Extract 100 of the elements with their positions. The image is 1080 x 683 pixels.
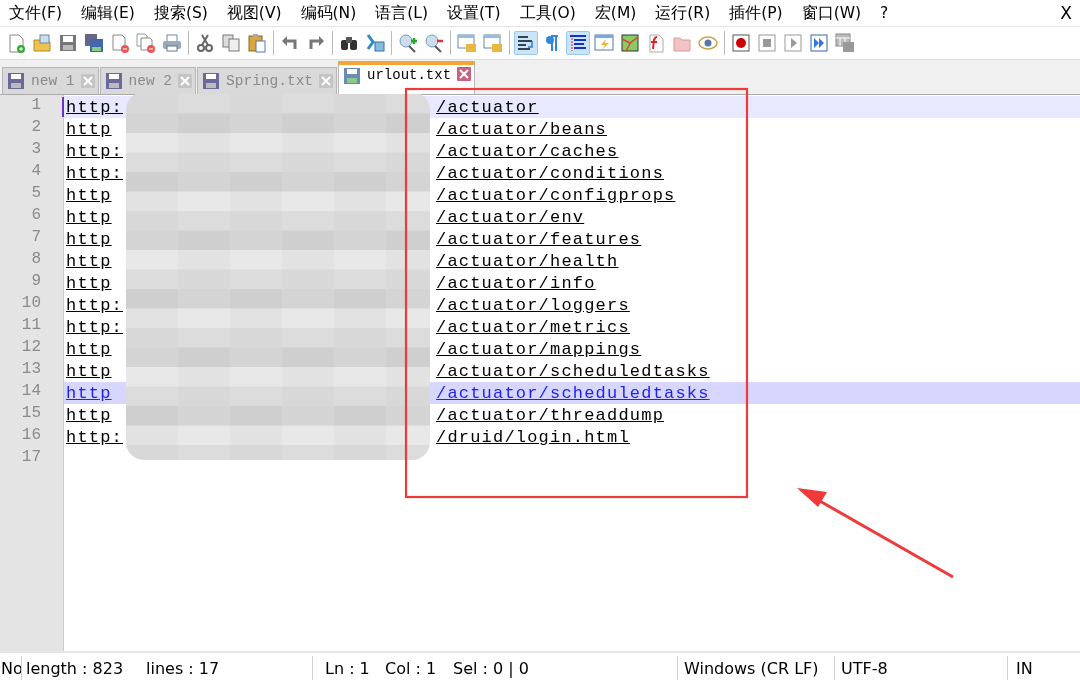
toolbar-button[interactable] [514, 31, 538, 55]
menu-item[interactable]: 设置(T) [440, 2, 508, 24]
line-number: 6 [30, 206, 42, 226]
record-icon [731, 33, 751, 53]
menu-item[interactable]: 编辑(E) [74, 2, 142, 24]
url-text[interactable]: /actuator/health [436, 251, 619, 271]
menu-item[interactable]: 文件(F) [2, 2, 69, 24]
url-text[interactable]: http [66, 383, 112, 403]
url-text[interactable]: /actuator [436, 97, 539, 117]
toolbar-button[interactable] [566, 31, 590, 55]
map-icon [620, 33, 640, 53]
line-number: 14 [20, 382, 42, 402]
encoding-label: UTF-8 [840, 658, 889, 678]
lines-label: lines : 17 [145, 658, 221, 678]
menu-item[interactable]: ? [873, 4, 896, 22]
close-tab-icon[interactable] [457, 67, 472, 81]
selection-info: Sel : 0 | 0 [452, 658, 530, 678]
url-text[interactable]: http: [66, 317, 123, 337]
fast-forward-icon [809, 33, 829, 53]
line-number: 10 [20, 294, 42, 314]
lightning-window-icon [594, 33, 614, 53]
url-text[interactable]: /actuator/caches [436, 141, 619, 161]
zoom-in-icon [398, 33, 418, 53]
url-text[interactable]: /actuator/conditions [436, 163, 665, 183]
line-number: 13 [20, 360, 42, 380]
window-lock-icon [483, 33, 503, 53]
url-text[interactable]: http: [66, 141, 123, 161]
line-number: 12 [20, 338, 42, 358]
url-text[interactable]: http [66, 207, 112, 227]
url-text[interactable]: http [66, 185, 112, 205]
eye-icon [698, 33, 718, 53]
function-document-icon [646, 33, 666, 53]
printer-icon [162, 33, 182, 53]
menu-item[interactable]: 视图(V) [219, 2, 289, 24]
menu-item[interactable]: 语言(L) [368, 2, 435, 24]
menu-item[interactable]: 搜索(S) [146, 2, 215, 24]
line-number: 3 [30, 140, 42, 160]
line-ending-label: Windows (CR LF) [683, 658, 820, 678]
indent-guide-icon [568, 33, 588, 53]
url-text[interactable]: /actuator/features [436, 229, 642, 249]
menu-item[interactable]: 宏(M) [587, 2, 644, 24]
line-number: 15 [20, 404, 42, 424]
table-icon [835, 33, 855, 53]
stop-icon [757, 33, 777, 53]
url-text[interactable]: http [66, 339, 112, 359]
play-icon [783, 33, 803, 53]
menu-item[interactable]: 编码(N) [293, 2, 364, 24]
url-text[interactable]: /actuator/threaddump [436, 405, 665, 425]
url-text[interactable]: http: [66, 163, 123, 183]
menu-item[interactable]: 插件(P) [722, 2, 790, 24]
folder-icon [32, 33, 52, 53]
toolbar-button[interactable] [82, 31, 106, 55]
line-position: Ln : 1 [324, 658, 371, 678]
url-text[interactable]: http [66, 361, 112, 381]
url-text[interactable]: /actuator/scheduledtasks [436, 383, 710, 403]
line-number: 17 [20, 448, 42, 468]
menu-item[interactable]: 工具(O) [512, 2, 583, 24]
line-number: 8 [30, 250, 42, 270]
line-number: 11 [20, 316, 42, 336]
url-text[interactable]: /actuator/scheduledtasks [436, 361, 710, 381]
url-text[interactable]: http [66, 251, 112, 271]
documents-close-icon [136, 33, 156, 53]
url-text[interactable]: /druid/login.html [436, 427, 630, 447]
menu-item[interactable]: 窗口(W) [794, 2, 869, 24]
zoom-out-icon [424, 33, 444, 53]
url-text[interactable]: /actuator/info [436, 273, 596, 293]
url-text[interactable]: /actuator/beans [436, 119, 608, 139]
clipboard-icon [247, 33, 267, 53]
window-lock-icon [457, 33, 477, 53]
length-label: length : 823 [25, 658, 125, 678]
file-tab[interactable]: urlout.txt [338, 61, 476, 94]
url-text[interactable]: /actuator/metrics [436, 317, 630, 337]
url-text[interactable]: http: [66, 427, 123, 447]
copy-icon [221, 33, 241, 53]
text-cursor [62, 97, 64, 117]
floppy-disks-icon [84, 33, 104, 53]
line-number: 7 [30, 228, 42, 248]
url-text[interactable]: /actuator/mappings [436, 339, 642, 359]
menu-item[interactable]: 运行(R) [648, 2, 718, 24]
toolbar-button[interactable] [729, 31, 753, 55]
url-text[interactable]: http: [66, 97, 123, 117]
url-text[interactable]: http [66, 273, 112, 293]
scissors-icon [195, 33, 215, 53]
document-close-icon [110, 33, 130, 53]
word-wrap-icon [516, 33, 536, 53]
url-text[interactable]: /actuator/env [436, 207, 585, 227]
url-text[interactable]: http [66, 405, 112, 425]
line-number: 2 [30, 118, 42, 138]
url-text[interactable]: http [66, 119, 112, 139]
line-number: 1 [30, 96, 42, 116]
insert-mode-label: IN [1015, 658, 1034, 678]
url-text[interactable]: http: [66, 295, 123, 315]
line-number: 9 [30, 272, 42, 292]
url-text[interactable]: /actuator/configprops [436, 185, 676, 205]
new-file-icon [6, 33, 26, 53]
replace-icon [365, 33, 385, 53]
close-document-button[interactable]: X [1052, 3, 1080, 23]
line-number: 5 [30, 184, 42, 204]
url-text[interactable]: http [66, 229, 112, 249]
url-text[interactable]: /actuator/loggers [436, 295, 630, 315]
